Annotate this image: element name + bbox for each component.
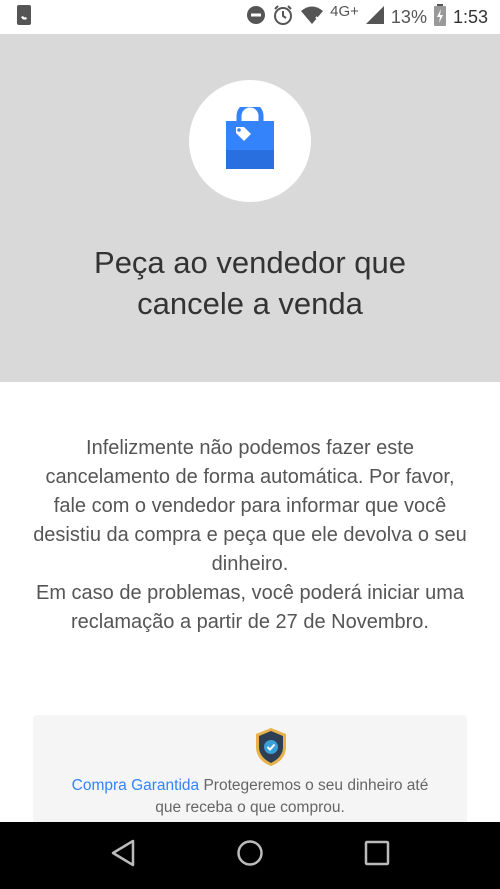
phone-notification-icon xyxy=(16,4,32,31)
guarantee-text: Compra Garantida Protegeremos o seu dinh… xyxy=(58,775,442,819)
compra-garantida-link[interactable]: Compra Garantida xyxy=(72,777,200,794)
hero-icon-circle xyxy=(189,80,311,202)
header-banner: Peça ao vendedor que cancele a venda xyxy=(0,34,500,382)
home-icon xyxy=(236,839,264,872)
status-bar: 4G+ 13% 1:53 xyxy=(0,0,500,34)
shopping-bag-icon xyxy=(224,102,276,176)
back-button[interactable] xyxy=(98,831,148,881)
page-title-line1: Peça ao vendedor que xyxy=(94,245,406,280)
recents-icon xyxy=(364,840,390,871)
message-paragraph-2: Em caso de problemas, você poderá inicia… xyxy=(36,582,464,633)
alarm-icon xyxy=(272,4,294,31)
page-title-line2: cancele a venda xyxy=(137,286,363,321)
back-icon xyxy=(110,839,136,872)
android-nav-bar xyxy=(0,822,500,889)
network-type: 4G+ xyxy=(330,2,359,20)
clock: 1:53 xyxy=(452,6,488,27)
message-paragraph-1: Infelizmente não podemos fazer este canc… xyxy=(33,437,467,575)
do-not-disturb-icon xyxy=(246,5,266,30)
shield-check-icon xyxy=(255,727,287,772)
battery-percent: 13% xyxy=(390,6,427,27)
page-title: Peça ao vendedor que cancele a venda xyxy=(40,242,460,324)
recents-button[interactable] xyxy=(352,831,402,881)
guarantee-card: Compra Garantida Protegeremos o seu dinh… xyxy=(33,715,467,835)
home-button[interactable] xyxy=(225,831,275,881)
wifi-icon xyxy=(300,5,324,30)
signal-icon xyxy=(365,5,385,30)
battery-charging-icon xyxy=(433,3,447,31)
cancellation-message: Infelizmente não podemos fazer este canc… xyxy=(28,434,472,637)
